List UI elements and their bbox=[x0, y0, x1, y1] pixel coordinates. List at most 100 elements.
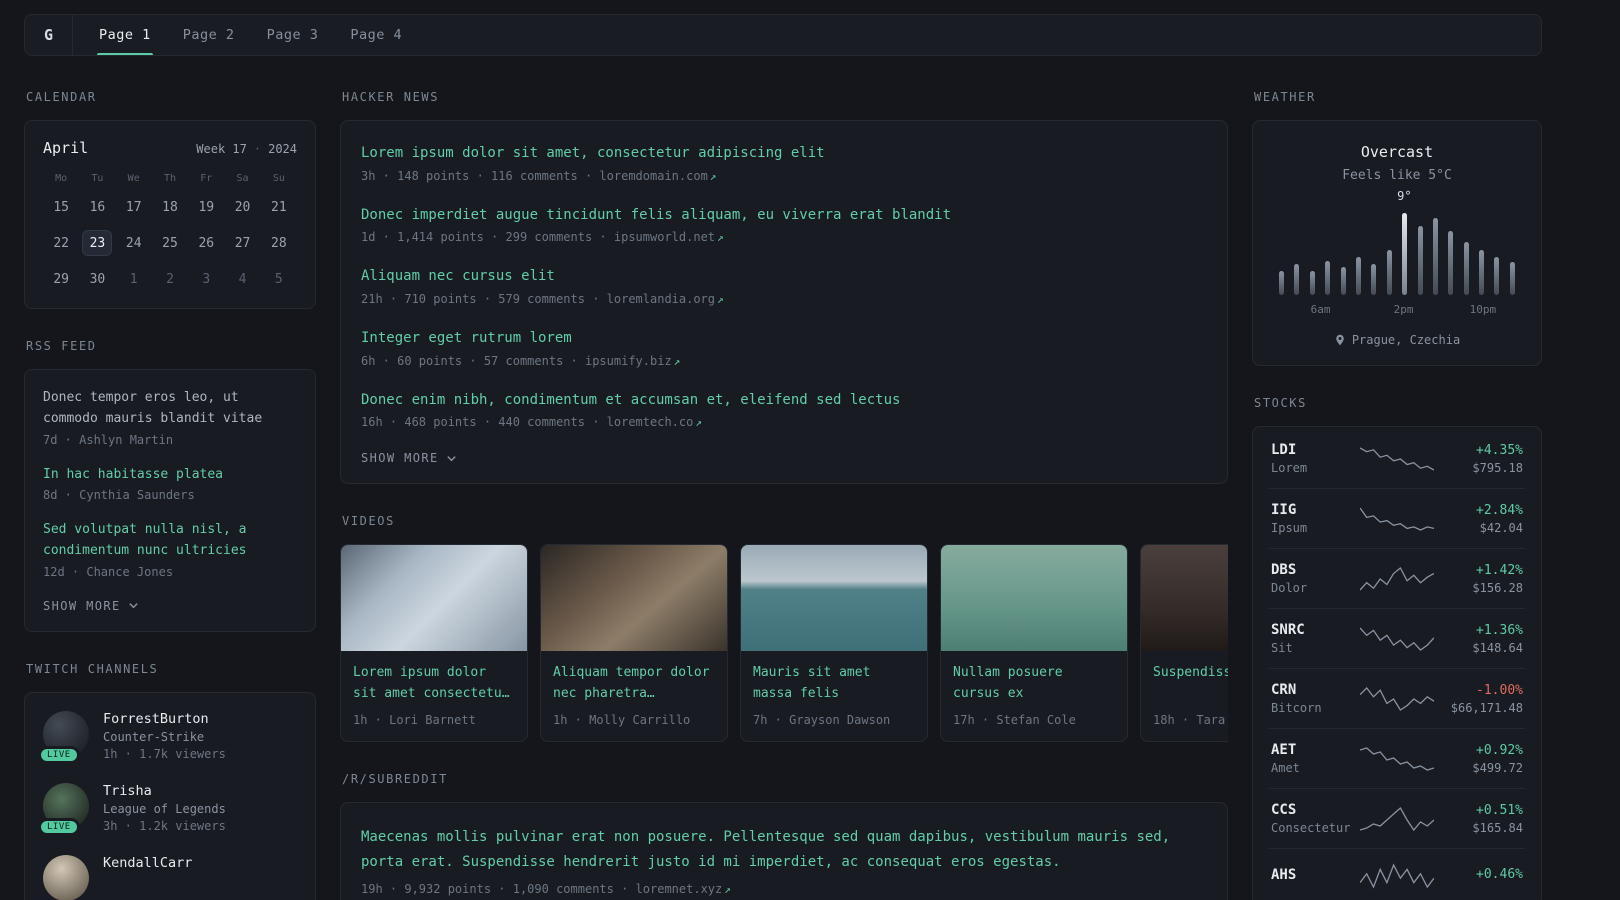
channel-name[interactable]: Trisha bbox=[103, 783, 226, 799]
rss-item-title[interactable]: In hac habitasse platea bbox=[43, 465, 297, 486]
video-thumbnail[interactable] bbox=[541, 545, 727, 652]
video-card[interactable]: Nullam posuere cursus ex 17h · Stefan Co… bbox=[940, 544, 1128, 743]
hn-item-meta: 6h · 60 points · 57 comments · ipsumify.… bbox=[361, 354, 1207, 368]
tab-page-3[interactable]: Page 3 bbox=[251, 15, 335, 55]
external-link-icon[interactable]: ↗ bbox=[724, 883, 731, 896]
stock-price: $42.04 bbox=[1479, 520, 1523, 535]
channel-name[interactable]: KendallCarr bbox=[103, 855, 192, 871]
video-title[interactable]: Nullam posuere cursus ex bbox=[953, 663, 1115, 705]
video-title[interactable]: Suspendisse diam bbox=[1153, 663, 1228, 705]
calendar-day-next-month[interactable]: 1 bbox=[119, 266, 149, 292]
calendar-day[interactable]: 28 bbox=[264, 230, 294, 256]
calendar-day[interactable]: 25 bbox=[155, 230, 185, 256]
video-thumbnail[interactable] bbox=[941, 545, 1127, 652]
calendar-day[interactable]: 29 bbox=[46, 266, 76, 292]
channel-name[interactable]: ForrestBurton bbox=[103, 711, 226, 727]
external-link-icon[interactable]: ↗ bbox=[717, 293, 724, 306]
tab-page-2[interactable]: Page 2 bbox=[167, 15, 251, 55]
calendar-day[interactable]: 27 bbox=[228, 230, 258, 256]
hn-item-title[interactable]: Donec enim nibh, condimentum et accumsan… bbox=[361, 390, 1207, 412]
stock-sparkline bbox=[1357, 805, 1437, 833]
calendar-widget: April Week 17 · 2024 Mo Tu We Th Fr Sa S… bbox=[24, 120, 316, 309]
stock-row: CCS Consectetur +0.51% $165.84 bbox=[1269, 788, 1525, 848]
video-card[interactable]: Mauris sit amet massa felis 7h · Grayson… bbox=[740, 544, 928, 743]
stock-symbol[interactable]: SNRC bbox=[1271, 622, 1357, 638]
hn-domain-link[interactable]: loremdomain.com bbox=[599, 169, 707, 183]
avatar: LIVE bbox=[38, 782, 89, 836]
rss-item-title[interactable]: Sed volutpat nulla nisl, a condimentum n… bbox=[43, 520, 297, 562]
stock-symbol[interactable]: AET bbox=[1271, 742, 1357, 758]
rss-item-meta: 12d · Chance Jones bbox=[43, 564, 174, 579]
subreddit-domain-link[interactable]: loremnet.xyz bbox=[636, 882, 723, 896]
calendar-day[interactable]: 26 bbox=[191, 230, 221, 256]
calendar-day[interactable]: 20 bbox=[228, 194, 258, 220]
hn-item-title[interactable]: Integer eget rutrum lorem bbox=[361, 328, 1207, 350]
video-card[interactable]: Suspendisse diam 18h · Tara bbox=[1140, 544, 1228, 743]
video-card[interactable]: Aliquam tempor dolor nec pharetra… 1h · … bbox=[540, 544, 728, 743]
hn-domain-link[interactable]: loremlandia.org bbox=[607, 292, 715, 306]
calendar-day-next-month[interactable]: 3 bbox=[191, 266, 221, 292]
stock-symbol[interactable]: CRN bbox=[1271, 682, 1357, 698]
calendar-day-selected[interactable]: 23 bbox=[82, 230, 113, 256]
rss-item-title[interactable]: Donec tempor eros leo, ut commodo mauris… bbox=[43, 388, 297, 430]
calendar-day[interactable]: 18 bbox=[155, 194, 185, 220]
weather-location-text: Prague, Czechia bbox=[1351, 333, 1461, 347]
stock-symbol[interactable]: AHS bbox=[1271, 867, 1357, 883]
calendar-day-next-month[interactable]: 5 bbox=[264, 266, 294, 292]
hn-item-title[interactable]: Donec imperdiet augue tincidunt felis al… bbox=[361, 205, 1207, 227]
calendar-day[interactable]: 22 bbox=[46, 230, 76, 256]
app-logo[interactable]: G bbox=[25, 15, 73, 55]
twitch-section-title: TWITCH CHANNELS bbox=[26, 661, 159, 676]
weather-time-labels: 6am 2pm 10pm bbox=[1279, 303, 1515, 319]
calendar-day[interactable]: 16 bbox=[82, 194, 112, 220]
stock-price: $148.64 bbox=[1472, 640, 1523, 655]
hn-item-title[interactable]: Lorem ipsum dolor sit amet, consectetur … bbox=[361, 143, 1207, 165]
middle-column: HACKER NEWS Lorem ipsum dolor sit amet, … bbox=[340, 60, 1228, 900]
video-thumbnail[interactable] bbox=[341, 545, 527, 652]
channel-category[interactable]: League of Legends bbox=[103, 802, 226, 816]
stock-symbol[interactable]: LDI bbox=[1271, 442, 1357, 458]
calendar-day[interactable]: 19 bbox=[191, 194, 221, 220]
video-thumbnail[interactable] bbox=[1141, 545, 1228, 652]
calendar-day[interactable]: 24 bbox=[119, 230, 149, 256]
calendar-day[interactable]: 30 bbox=[82, 266, 112, 292]
external-link-icon[interactable]: ↗ bbox=[717, 231, 724, 244]
channel-category[interactable]: Counter-Strike bbox=[103, 730, 226, 744]
calendar-day-next-month[interactable]: 2 bbox=[155, 266, 185, 292]
video-card[interactable]: Lorem ipsum dolor sit amet consectetu… 1… bbox=[340, 544, 528, 743]
hackernews-item: Donec imperdiet augue tincidunt felis al… bbox=[361, 205, 1207, 245]
videos-widget: Lorem ipsum dolor sit amet consectetu… 1… bbox=[340, 544, 1228, 743]
live-badge: LIVE bbox=[38, 745, 80, 764]
external-link-icon[interactable]: ↗ bbox=[710, 170, 717, 183]
weather-bar bbox=[1432, 217, 1438, 295]
weather-bar bbox=[1340, 267, 1346, 295]
hn-domain-link[interactable]: ipsumworld.net bbox=[614, 230, 715, 244]
rss-item: In hac habitasse platea 8d · Cynthia Sau… bbox=[43, 465, 297, 503]
hn-domain-link[interactable]: ipsumify.biz bbox=[585, 354, 672, 368]
calendar-day[interactable]: 15 bbox=[46, 194, 76, 220]
calendar-day-next-month[interactable]: 4 bbox=[228, 266, 258, 292]
video-thumbnail[interactable] bbox=[741, 545, 927, 652]
video-title[interactable]: Lorem ipsum dolor sit amet consectetu… bbox=[353, 663, 515, 705]
calendar-day[interactable]: 21 bbox=[264, 194, 294, 220]
video-title[interactable]: Mauris sit amet massa felis bbox=[753, 663, 915, 705]
video-title[interactable]: Aliquam tempor dolor nec pharetra… bbox=[553, 663, 715, 705]
stock-symbol[interactable]: CCS bbox=[1271, 802, 1357, 818]
hn-item-title[interactable]: Aliquam nec cursus elit bbox=[361, 266, 1207, 288]
dow-fr: Fr bbox=[200, 173, 213, 184]
stocks-widget: LDI Lorem +4.35% $795.18 IIG Ipsum +2.84% $4… bbox=[1252, 426, 1542, 900]
calendar-day[interactable]: 17 bbox=[119, 194, 149, 220]
external-link-icon[interactable]: ↗ bbox=[674, 355, 681, 368]
rss-show-more-button[interactable]: SHOW MORE bbox=[43, 599, 297, 613]
tab-page-1[interactable]: Page 1 bbox=[83, 15, 167, 55]
weather-bar bbox=[1309, 270, 1315, 295]
stock-symbol[interactable]: DBS bbox=[1271, 562, 1357, 578]
external-link-icon[interactable]: ↗ bbox=[695, 416, 702, 429]
subreddit-post-title[interactable]: Maecenas mollis pulvinar erat non posuer… bbox=[361, 825, 1207, 874]
hn-show-more-button[interactable]: SHOW MORE bbox=[361, 451, 1207, 465]
hn-domain-link[interactable]: loremtech.co bbox=[607, 415, 694, 429]
tab-page-4[interactable]: Page 4 bbox=[334, 15, 418, 55]
right-column: WEATHER Overcast Feels like 5°C 9° 6am 2… bbox=[1252, 60, 1542, 900]
dow-sa: Sa bbox=[236, 173, 249, 184]
stock-symbol[interactable]: IIG bbox=[1271, 502, 1357, 518]
